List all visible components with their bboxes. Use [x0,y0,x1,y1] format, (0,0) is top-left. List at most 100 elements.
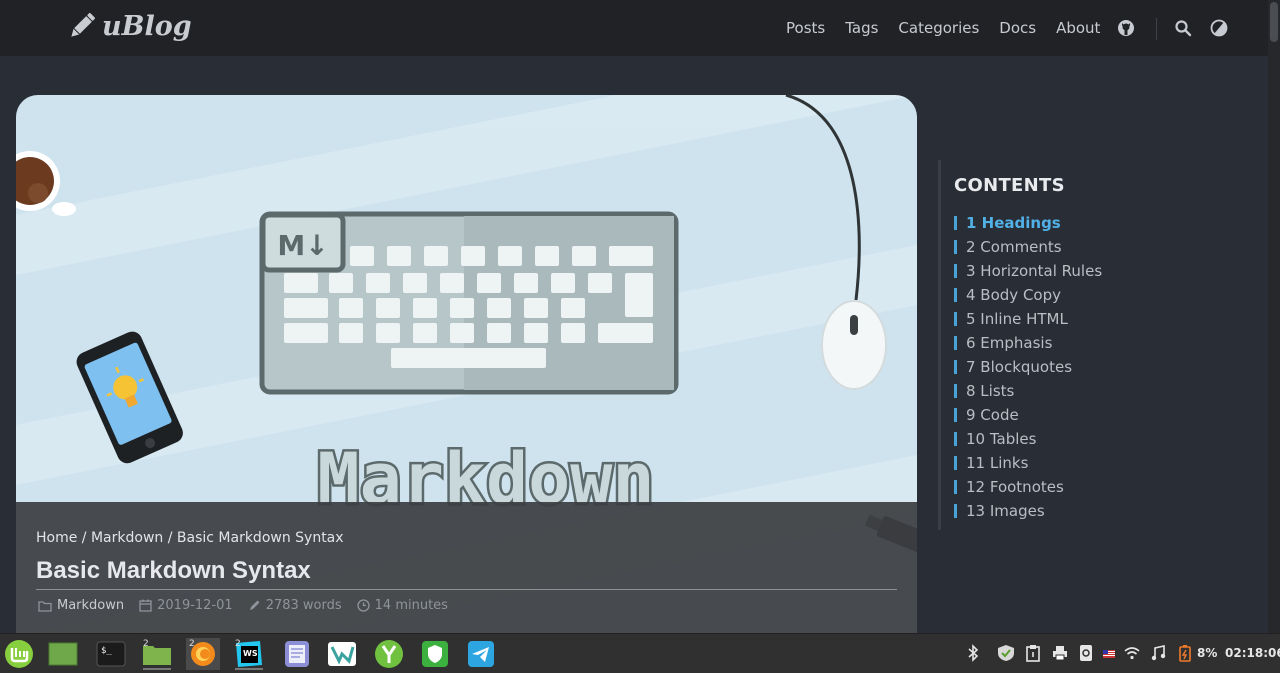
toc-item-label: 6 Emphasis [966,334,1053,352]
webstorm-window-count: 2 [235,639,241,649]
toc-item[interactable]: 7 Blockquotes [954,355,1238,379]
nav-link-tags[interactable]: Tags [845,19,878,37]
toc-item-label: 5 Inline HTML [966,310,1068,328]
toc-item[interactable]: 2 Comments [954,235,1238,259]
keyboard-illustration: M↓ [259,211,679,395]
github-icon[interactable] [1117,19,1135,37]
breadcrumb-home[interactable]: Home [36,530,77,546]
bluetooth-icon[interactable] [965,644,981,662]
toc-item-marker [954,384,957,398]
telegram-button[interactable] [464,638,498,670]
mint-menu-button[interactable] [2,638,36,670]
post-category[interactable]: Markdown [38,598,124,613]
text-editor-icon [285,641,309,667]
toc-item-marker [954,432,957,446]
shield-icon [422,641,448,667]
clock-icon [357,599,370,612]
pencil-icon [71,12,96,37]
toc-item-marker [954,264,957,278]
search-icon[interactable] [1174,19,1192,37]
svg-text:WS: WS [243,649,258,658]
vpn-shield-button[interactable] [418,638,452,670]
post-meta: Markdown 2019-12-01 2783 words 14 minute… [38,598,463,613]
battery-icon[interactable] [1177,644,1193,662]
toc-item-marker [954,456,957,470]
battery-percentage: 8% [1197,646,1218,660]
toc-title: CONTENTS [954,175,1065,196]
toc-item[interactable]: 4 Body Copy [954,283,1238,307]
webstorm-running-indicator [235,668,263,670]
table-of-contents: CONTENTS 1 Headings 2 Comments 3 Horizonta… [938,160,1238,530]
site-logo[interactable]: uBlog [66,10,192,42]
toc-item-marker [954,480,957,494]
post-category-label[interactable]: Markdown [57,598,124,613]
toc-item[interactable]: 12 Footnotes [954,475,1238,499]
post-header-card: M↓ Markdown Home / Markdown / Basic Mark… [16,95,917,655]
vs-code-button[interactable] [325,638,359,670]
toc-item[interactable]: 6 Emphasis [954,331,1238,355]
toc-item-label: 7 Blockquotes [966,358,1073,376]
nav-menu: Posts Tags Categories Docs About [786,19,1120,37]
webstorm-button[interactable]: 2 WS [232,638,266,670]
keyboard-layout-flag-icon[interactable] [1103,644,1115,662]
clock[interactable]: 02:18:06 [1225,646,1280,660]
toc-item-marker [954,288,957,302]
terminal-button[interactable]: $_ [94,638,128,670]
clipboard-icon[interactable] [1025,644,1041,662]
nav-link-posts[interactable]: Posts [786,19,825,37]
vector-app-icon [328,642,356,666]
text-editor-button[interactable] [280,638,314,670]
toc-item-marker [954,240,957,254]
svg-text:$_: $_ [101,646,112,656]
toc-item[interactable]: 3 Horizontal Rules [954,259,1238,283]
breadcrumb-category[interactable]: Markdown [91,530,163,546]
toc-item-label: 12 Footnotes [966,478,1064,496]
firefox-window-count: 2 [189,639,195,649]
theme-toggle-icon[interactable] [1210,19,1228,37]
nav-link-docs[interactable]: Docs [999,19,1036,37]
toc-item-marker [954,336,957,350]
music-note-icon[interactable] [1150,644,1166,662]
top-navbar: uBlog Posts Tags Categories Docs About [0,0,1268,56]
breadcrumb-separator: / [163,530,177,546]
printer-icon[interactable] [1052,644,1068,662]
toc-item[interactable]: 9 Code [954,403,1238,427]
firefox-button[interactable]: 2 [186,638,220,670]
post-word-count-value: 2783 words [265,598,342,613]
wifi-icon[interactable] [1124,644,1140,662]
toc-item-label: 2 Comments [966,238,1062,256]
toc-item[interactable]: 1 Headings [954,211,1238,235]
taskbar: $_ 2 2 2 WS 8% 02:18:06 [0,633,1280,673]
files-running-indicator [143,668,171,670]
telegram-icon [468,641,494,667]
scrollbar-thumb[interactable] [1270,2,1278,42]
mouse-illustration [785,95,887,390]
breadcrumb: Home / Markdown / Basic Markdown Syntax [36,530,344,546]
post-date: 2019-12-01 [139,598,233,613]
toc-item[interactable]: 13 Images [954,499,1238,523]
toc-item-label: 4 Body Copy [966,286,1061,304]
show-desktop-button[interactable] [46,638,80,670]
page-scrollbar[interactable] [1268,0,1280,633]
toc-item[interactable]: 10 Tables [954,427,1238,451]
post-reading-time-value: 14 minutes [374,598,448,613]
y-app-button[interactable] [372,638,406,670]
toc-item[interactable]: 11 Links [954,451,1238,475]
breadcrumb-current: Basic Markdown Syntax [176,530,344,546]
toc-item-label: 8 Lists [966,382,1015,400]
toc-item[interactable]: 8 Lists [954,379,1238,403]
toc-item-label: 1 Headings [966,214,1061,232]
desktop-icon [48,642,78,666]
nav-link-about[interactable]: About [1056,19,1100,37]
files-button[interactable]: 2 [140,638,174,670]
coffee-cup-icon [16,151,76,216]
y-app-icon [375,640,403,668]
toc-item[interactable]: 5 Inline HTML [954,307,1238,331]
toc-item-label: 11 Links [966,454,1029,472]
document-viewer-icon[interactable] [1078,644,1094,662]
post-reading-time: 14 minutes [357,598,448,613]
update-shield-icon[interactable] [996,644,1016,662]
nav-link-categories[interactable]: Categories [898,19,979,37]
calendar-icon [139,599,152,612]
folder-icon [38,600,52,612]
